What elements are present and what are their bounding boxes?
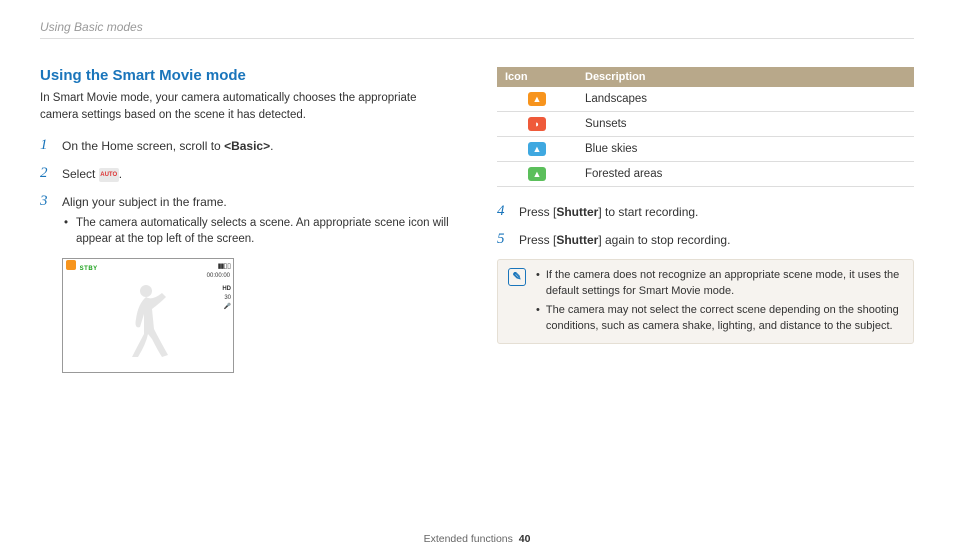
note-icon: ✎ [508, 268, 526, 286]
intro-text: In Smart Movie mode, your camera automat… [40, 90, 457, 123]
scene-indicator-icon [66, 260, 76, 270]
scene-icon-table: Icon Description ▲ Landscapes ◗ Sunsets ▲ Blu… [497, 67, 914, 187]
step-number: 2 [40, 165, 52, 182]
subject-silhouette-icon [118, 279, 178, 359]
content-columns: Using the Smart Movie mode In Smart Movi… [40, 67, 914, 373]
step-text: Press [ [519, 233, 556, 247]
step-4: 4 Press [Shutter] to start recording. [497, 203, 914, 221]
table-row: ▲ Landscapes [497, 87, 914, 112]
step-text: Align your subject in the frame. [62, 195, 227, 209]
note-text: The camera may not select the correct sc… [546, 303, 903, 335]
footer-section-label: Extended functions [424, 533, 513, 545]
breadcrumb: Using Basic modes [40, 20, 914, 34]
scene-description: Landscapes [577, 87, 914, 112]
table-row: ▲ Blue skies [497, 137, 914, 162]
table-row: ▲ Forested areas [497, 162, 914, 187]
page-number: 40 [519, 533, 531, 545]
step-text: Press [ [519, 205, 556, 219]
step-text: . [270, 139, 273, 153]
step-2: 2 Select AUTO. [40, 165, 457, 183]
scene-icon: ▲ [528, 167, 546, 181]
bullet-dot: • [64, 215, 70, 247]
step-5: 5 Press [Shutter] again to stop recordin… [497, 231, 914, 249]
fps-label: 30 [222, 294, 231, 303]
step-text: On the Home screen, scroll to [62, 139, 224, 153]
step-3: 3 Align your subject in the frame. • The… [40, 193, 457, 247]
step-bold: Shutter [556, 233, 598, 247]
left-column: Using the Smart Movie mode In Smart Movi… [40, 67, 457, 373]
step-text: Select [62, 167, 99, 181]
step-text: ] again to stop recording. [598, 233, 730, 247]
step-bold: <Basic> [224, 139, 270, 153]
table-header-icon: Icon [497, 67, 577, 87]
step-number: 1 [40, 137, 52, 154]
step-text: . [119, 167, 122, 181]
scene-icon: ▲ [528, 92, 546, 106]
scene-description: Blue skies [577, 137, 914, 162]
note-text: If the camera does not recognize an appr… [546, 268, 903, 300]
scene-description: Forested areas [577, 162, 914, 187]
scene-description: Sunsets [577, 112, 914, 137]
scene-icon: ▲ [528, 142, 546, 156]
table-row: ◗ Sunsets [497, 112, 914, 137]
bullet-dot: • [536, 303, 540, 335]
bullet-dot: • [536, 268, 540, 300]
sub-bullet-text: The camera automatically selects a scene… [76, 215, 457, 247]
mic-icon: 🎤 [222, 303, 231, 312]
step-1: 1 On the Home screen, scroll to <Basic>. [40, 137, 457, 155]
section-heading: Using the Smart Movie mode [40, 67, 457, 84]
step-text: ] to start recording. [598, 205, 698, 219]
scene-icon: ◗ [528, 117, 546, 131]
step-number: 3 [40, 193, 52, 210]
step-number: 5 [497, 231, 509, 248]
smart-movie-mode-icon: AUTO [99, 168, 119, 182]
note-item: • If the camera does not recognize an ap… [536, 268, 903, 300]
recording-info-icons: HD 30 🎤 [222, 285, 231, 312]
right-column: Icon Description ▲ Landscapes ◗ Sunsets ▲ Blu… [497, 67, 914, 373]
hd-label: HD [222, 285, 231, 294]
standby-label: STBY [80, 266, 98, 272]
step-number: 4 [497, 203, 509, 220]
step-sub-bullet: • The camera automatically selects a sce… [62, 215, 457, 247]
divider [40, 38, 914, 39]
note-item: • The camera may not select the correct … [536, 303, 903, 335]
step-bold: Shutter [556, 205, 598, 219]
page-footer: Extended functions 40 [0, 533, 954, 545]
time-counter: 00:00:00 [207, 273, 230, 279]
camera-screenshot: STBY ▮▮▯ ▯ 00:00:00 HD 30 🎤 [62, 258, 234, 373]
battery-icon: ▮▮▯ ▯ [218, 262, 230, 270]
table-header-description: Description [577, 67, 914, 87]
note-box: ✎ • If the camera does not recognize an … [497, 259, 914, 344]
